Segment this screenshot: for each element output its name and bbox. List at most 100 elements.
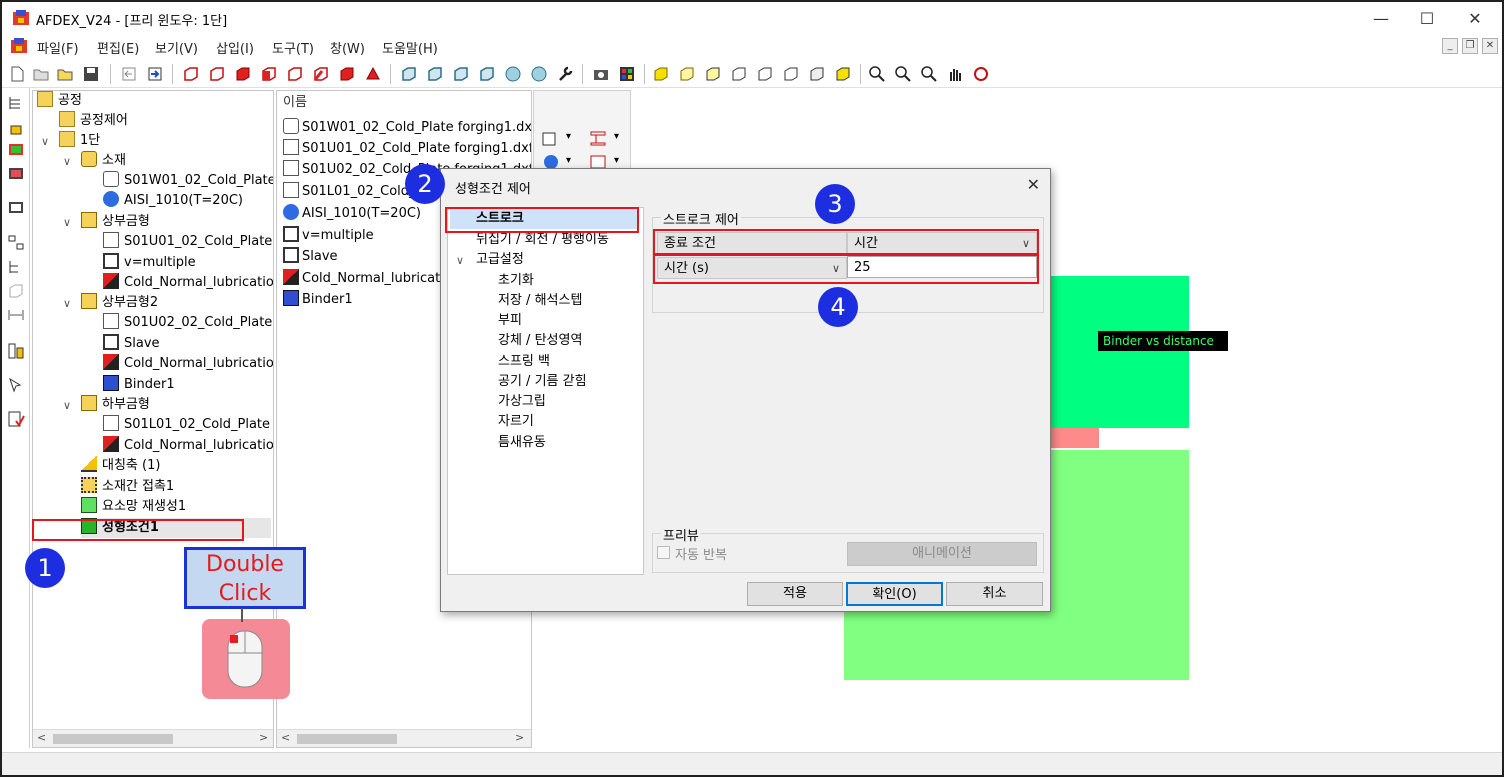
- tree-item-binder[interactable]: Binder1: [103, 375, 175, 395]
- new-file-icon[interactable]: [8, 65, 26, 83]
- menu-insert[interactable]: 삽입(I): [216, 38, 254, 57]
- zoom-in-icon[interactable]: [894, 65, 912, 83]
- tree-item-lubrication-3[interactable]: Cold_Normal_lubricatior: [103, 436, 273, 456]
- scroll-right-icon[interactable]: >: [515, 731, 524, 744]
- chevron-down-icon[interactable]: ∨: [63, 155, 71, 168]
- import-icon[interactable]: [120, 65, 138, 83]
- minimize-icon[interactable]: —: [1358, 6, 1404, 32]
- tree-item-slave[interactable]: Slave: [103, 334, 160, 354]
- category-advanced[interactable]: 고급설정: [476, 250, 524, 270]
- chevron-down-icon[interactable]: ∨: [63, 297, 71, 310]
- open-file-icon[interactable]: [32, 65, 50, 83]
- rotate-icon[interactable]: [972, 65, 990, 83]
- fit-view-icon[interactable]: [834, 65, 852, 83]
- view-iso-4-icon[interactable]: [478, 65, 496, 83]
- refresh-view-icon[interactable]: [808, 65, 826, 83]
- close-icon[interactable]: ✕: [1027, 175, 1040, 194]
- view-iso-3-icon[interactable]: [452, 65, 470, 83]
- list-item[interactable]: Slave: [283, 247, 338, 267]
- chevron-down-icon[interactable]: ∨: [456, 254, 464, 267]
- chevron-down-icon[interactable]: ∨: [41, 135, 49, 148]
- apply-button[interactable]: 적용: [747, 582, 843, 606]
- tree-item-material[interactable]: AISI_1010(T=20C): [103, 191, 243, 211]
- tree-item-process[interactable]: 공정: [37, 91, 82, 111]
- pan-hand-icon[interactable]: [946, 65, 964, 83]
- menu-view[interactable]: 보기(V): [155, 38, 198, 57]
- list-hscrollbar[interactable]: < >: [277, 729, 531, 747]
- maximize-icon[interactable]: ☐: [1404, 6, 1450, 32]
- animation-button[interactable]: 애니메이션: [847, 542, 1037, 566]
- wire-cube-icon[interactable]: [730, 65, 748, 83]
- chart-icon[interactable]: [7, 342, 25, 360]
- monitor-icon[interactable]: [7, 166, 25, 184]
- tree-item-symmetry[interactable]: 대칭축 (1): [81, 456, 160, 476]
- layout-icon[interactable]: [7, 234, 25, 252]
- checklist-icon[interactable]: [7, 410, 25, 428]
- chevron-down-icon[interactable]: ∨: [63, 216, 71, 229]
- mdi-minimize-icon[interactable]: _: [1442, 38, 1458, 54]
- category-virtual-grip[interactable]: 가상그립: [498, 392, 546, 412]
- zoom-window-icon[interactable]: [920, 65, 938, 83]
- tree-item-process-control[interactable]: 공정제어: [59, 111, 128, 131]
- export-icon[interactable]: [146, 65, 164, 83]
- hierarchy-icon[interactable]: [7, 258, 25, 276]
- chevron-down-icon[interactable]: ▾: [566, 155, 571, 166]
- mesh-cube-icon[interactable]: [704, 65, 722, 83]
- mdi-close-icon[interactable]: ✕: [1482, 38, 1498, 54]
- list-item[interactable]: v=multiple: [283, 226, 374, 246]
- auto-repeat-checkbox[interactable]: [657, 546, 670, 559]
- scroll-thumb[interactable]: [53, 734, 173, 744]
- tree-hscrollbar[interactable]: < >: [33, 729, 273, 747]
- tree-item-lubrication[interactable]: Cold_Normal_lubricatior: [103, 273, 273, 293]
- category-save-step[interactable]: 저장 / 해석스텝: [498, 291, 582, 311]
- scroll-left-icon[interactable]: <: [37, 731, 46, 744]
- menu-window[interactable]: 창(W): [330, 38, 365, 57]
- tree-item-workpiece-file[interactable]: S01W01_02_Cold_Plate: [103, 171, 273, 191]
- camera-icon[interactable]: [592, 65, 610, 83]
- tree-item-upper-die[interactable]: 상부금형: [81, 212, 150, 232]
- view-cube-2-icon[interactable]: [208, 65, 226, 83]
- menu-edit[interactable]: 편집(E): [97, 38, 139, 57]
- tree-item-workpiece[interactable]: 소재: [81, 151, 126, 171]
- rotate-view-icon[interactable]: [504, 65, 522, 83]
- select-icon[interactable]: [7, 376, 25, 394]
- tree-item-upper-die-file[interactable]: S01U01_02_Cold_Plate f: [103, 232, 273, 252]
- tree-item-lower-die[interactable]: 하부금형: [81, 395, 150, 415]
- outline-cube-icon[interactable]: [782, 65, 800, 83]
- grid-view-icon[interactable]: [618, 65, 636, 83]
- tree-view-icon[interactable]: [7, 94, 25, 112]
- menu-help[interactable]: 도움말(H): [382, 38, 438, 57]
- tree-item-lower-die-file[interactable]: S01L01_02_Cold_Plate f: [103, 415, 273, 435]
- category-initialize[interactable]: 초기화: [498, 271, 534, 291]
- view-iso-1-icon[interactable]: [400, 65, 418, 83]
- zoom-out-icon[interactable]: [868, 65, 886, 83]
- open-folder-icon[interactable]: [56, 65, 74, 83]
- close-icon[interactable]: ✕: [1452, 6, 1498, 32]
- list-item[interactable]: AISI_1010(T=20C): [283, 204, 421, 224]
- view-cube-4-icon[interactable]: [260, 65, 278, 83]
- hand-tool-icon[interactable]: [7, 118, 25, 136]
- chevron-down-icon[interactable]: ▾: [566, 131, 571, 142]
- cancel-button[interactable]: 취소: [946, 582, 1043, 606]
- tree-item-remesh[interactable]: 요소망 재생성1: [81, 497, 186, 517]
- chevron-down-icon[interactable]: ∨: [63, 399, 71, 412]
- display-icon[interactable]: [7, 200, 25, 218]
- tree-item-lubrication-2[interactable]: Cold_Normal_lubricatior: [103, 354, 273, 374]
- scroll-thumb[interactable]: [297, 734, 397, 744]
- ok-button[interactable]: 확인(O): [846, 582, 943, 606]
- category-rigid-elastic[interactable]: 강체 / 탄성영역: [498, 331, 582, 351]
- menu-file[interactable]: 파일(F): [37, 38, 79, 57]
- scroll-left-icon[interactable]: <: [281, 731, 290, 744]
- solid-cube-icon[interactable]: [652, 65, 670, 83]
- view-cube-6-icon[interactable]: [312, 65, 330, 83]
- rotate-view-2-icon[interactable]: [530, 65, 548, 83]
- wrench-icon[interactable]: [556, 65, 574, 83]
- list-item[interactable]: S01U01_02_Cold_Plate forging1.dxf: [283, 139, 531, 159]
- category-gap-flow[interactable]: 틈새유동: [498, 433, 546, 453]
- mdi-restore-icon[interactable]: ❐: [1462, 38, 1478, 54]
- scroll-right-icon[interactable]: >: [259, 731, 268, 744]
- view-cube-3-icon[interactable]: [234, 65, 252, 83]
- monitor-color-icon[interactable]: [7, 142, 25, 160]
- tree-item-upper-die-2-file[interactable]: S01U02_02_Cold_Plate f: [103, 313, 273, 333]
- list-item[interactable]: Binder1: [283, 290, 353, 310]
